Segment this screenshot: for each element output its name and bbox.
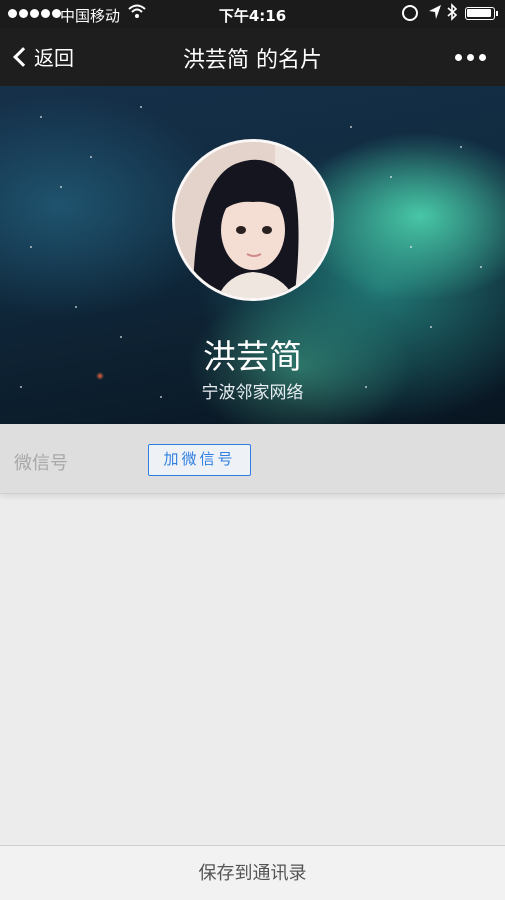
rotation-lock-icon (402, 5, 418, 21)
battery-icon (465, 7, 498, 20)
bluetooth-icon (446, 3, 458, 25)
status-bar: 中国移动 下午4:16 (0, 0, 505, 28)
avatar[interactable] (172, 139, 334, 301)
save-to-contacts-button[interactable]: 保存到通讯录 (0, 846, 505, 900)
wechat-id-row: 微信号 加微信号 (0, 424, 505, 494)
bottom-bar: 保存到通讯录 (0, 845, 505, 900)
nav-bar: 返回 洪芸简 的名片 (0, 28, 505, 86)
wechat-id-label: 微信号 (14, 453, 68, 474)
profile-name: 洪芸简 (203, 337, 302, 376)
profile-company: 宁波邻家网络 (201, 383, 304, 403)
more-options-button[interactable] (455, 54, 486, 61)
location-icon (428, 4, 442, 24)
page-title: 洪芸简 的名片 (183, 48, 322, 73)
add-wechat-button[interactable]: 加微信号 (148, 444, 251, 476)
